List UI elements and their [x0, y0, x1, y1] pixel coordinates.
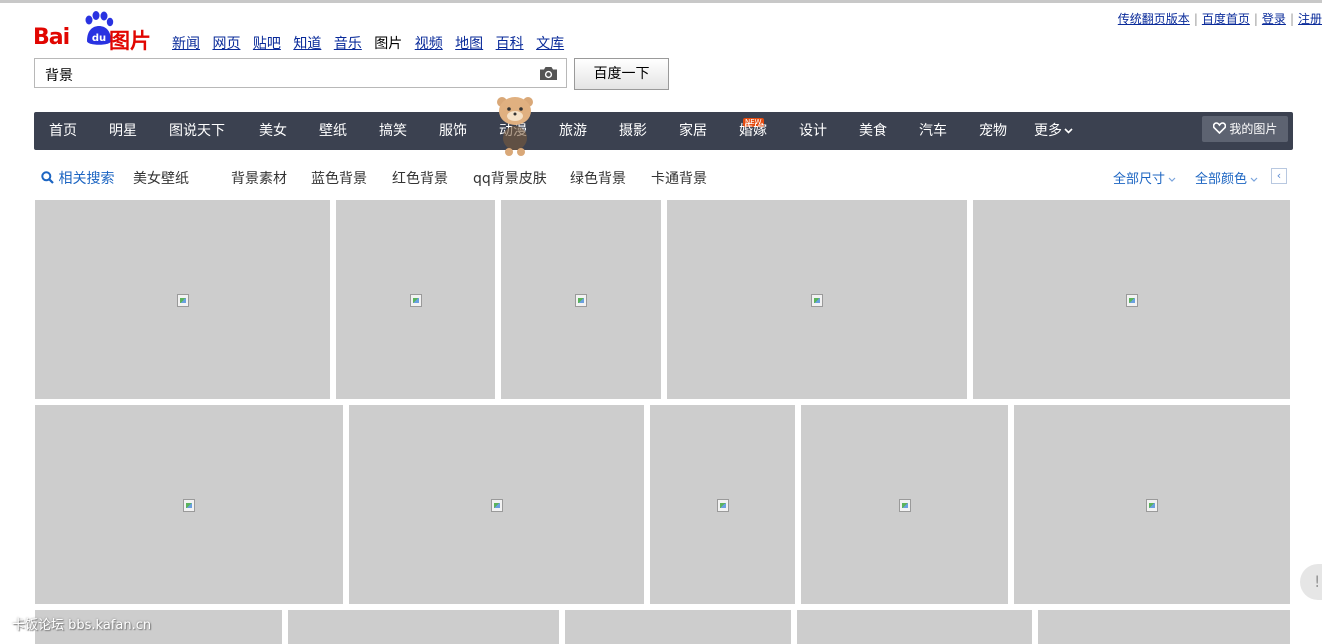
image-tile[interactable] — [1014, 405, 1290, 604]
channel-zhidao[interactable]: 知道 — [293, 36, 321, 52]
nav-stars[interactable]: 明星 — [109, 112, 137, 150]
watermark: 卡饭论坛 bbs.kafan.cn — [12, 618, 152, 633]
related-term[interactable]: 红色背景 — [392, 168, 448, 188]
channel-web[interactable]: 网页 — [212, 36, 240, 52]
search-box — [34, 58, 567, 88]
nav-food[interactable]: 美食 — [859, 112, 887, 150]
image-tile[interactable] — [650, 405, 795, 604]
camera-icon[interactable] — [539, 66, 558, 81]
related-term[interactable]: 美女壁纸 — [133, 168, 189, 188]
login-link[interactable]: 登录 — [1262, 12, 1286, 26]
nav-travel[interactable]: 旅游 — [559, 112, 587, 150]
image-tile[interactable] — [801, 405, 1008, 604]
broken-image-icon — [183, 498, 195, 512]
nav-world[interactable]: 图说天下 — [169, 112, 225, 150]
logo-du-text: du — [92, 33, 106, 44]
nav-funny[interactable]: 搞笑 — [379, 112, 407, 150]
broken-image-icon — [716, 498, 729, 512]
channel-map[interactable]: 地图 — [455, 36, 483, 52]
image-tile[interactable] — [35, 200, 330, 399]
image-tile[interactable] — [973, 200, 1290, 399]
heart-icon — [1212, 122, 1226, 135]
image-tile[interactable] — [35, 405, 343, 604]
logo-pic-text: 图片 — [109, 29, 151, 53]
nav-fashion[interactable]: 服饰 — [439, 112, 467, 150]
baidu-images-logo[interactable]: Bai du 图片 — [33, 11, 153, 53]
nav-beauty[interactable]: 美女 — [259, 112, 287, 150]
channel-music[interactable]: 音乐 — [334, 36, 362, 52]
broken-image-icon — [811, 293, 823, 307]
image-tile[interactable] — [565, 610, 791, 644]
category-nav: 首页 明星 图说天下 美女 壁纸 搞笑 服饰 动漫 旅游 摄影 家居 NEW 婚… — [34, 112, 1293, 150]
image-tile[interactable] — [336, 200, 495, 399]
related-label-text: 相关搜索 — [58, 171, 115, 187]
my-pictures-label: 我的图片 — [1229, 122, 1278, 136]
search-icon — [41, 171, 54, 184]
broken-image-icon — [1146, 498, 1158, 512]
user-links: 传统翻页版本 | 百度首页 | 登录 | 注册 — [1118, 10, 1322, 27]
channel-wenku[interactable]: 文库 — [536, 36, 564, 52]
separator: | — [1253, 12, 1258, 26]
search-button[interactable]: 百度一下 — [574, 58, 669, 90]
channel-news[interactable]: 新闻 — [172, 36, 200, 52]
related-term[interactable]: qq背景皮肤 — [473, 168, 547, 188]
related-term[interactable]: 卡通背景 — [651, 168, 707, 188]
image-tile[interactable] — [797, 610, 1032, 644]
chevron-down-icon — [1250, 177, 1258, 182]
nav-home-decor[interactable]: 家居 — [679, 112, 707, 150]
nav-wedding[interactable]: 婚嫁 — [739, 112, 767, 150]
nav-wallpaper[interactable]: 壁纸 — [319, 112, 347, 150]
broken-image-icon — [898, 498, 911, 512]
related-term[interactable]: 背景素材 — [231, 168, 287, 188]
channel-images-current: 图片 — [374, 36, 403, 52]
related-term[interactable]: 蓝色背景 — [311, 168, 367, 188]
related-search-label: 相关搜索 — [41, 168, 114, 188]
image-tile[interactable] — [667, 200, 967, 399]
broken-image-icon — [575, 293, 587, 307]
chevron-down-icon — [1064, 128, 1073, 134]
related-term[interactable]: 绿色背景 — [570, 168, 626, 188]
search-input[interactable] — [43, 64, 527, 86]
broken-image-icon — [176, 293, 189, 307]
my-pictures-button[interactable]: 我的图片 — [1202, 116, 1288, 142]
nav-more-label: 更多 — [1034, 123, 1062, 139]
broken-image-icon — [1125, 293, 1138, 307]
broken-image-icon — [409, 293, 422, 307]
channel-video[interactable]: 视频 — [415, 36, 443, 52]
nav-design[interactable]: 设计 — [799, 112, 827, 150]
image-tile[interactable] — [1038, 610, 1290, 644]
nav-more[interactable]: 更多 — [1034, 112, 1073, 150]
channel-baike[interactable]: 百科 — [496, 36, 524, 52]
color-filter-label: 全部颜色 — [1195, 172, 1248, 187]
color-filter[interactable]: 全部颜色 — [1195, 168, 1258, 187]
separator: | — [1193, 12, 1198, 26]
image-tile[interactable] — [349, 405, 644, 604]
size-filter-label: 全部尺寸 — [1113, 172, 1166, 187]
channel-links: 新闻 网页 贴吧 知道 音乐 图片 视频 地图 百科 文库 — [172, 33, 572, 53]
nav-cars[interactable]: 汽车 — [919, 112, 947, 150]
nav-home[interactable]: 首页 — [49, 112, 77, 150]
broken-image-icon — [490, 498, 503, 512]
image-tile[interactable] — [288, 610, 559, 644]
classic-version-link[interactable]: 传统翻页版本 — [1118, 12, 1190, 26]
feedback-button[interactable]: ! — [1300, 564, 1322, 600]
nav-pets[interactable]: 宠物 — [979, 112, 1007, 150]
image-tile[interactable] — [501, 200, 661, 399]
collapse-filters-button[interactable]: ‹ — [1271, 168, 1287, 184]
channel-tieba[interactable]: 贴吧 — [253, 36, 281, 52]
register-link[interactable]: 注册 — [1298, 12, 1322, 26]
top-border — [0, 0, 1322, 3]
nav-photography[interactable]: 摄影 — [619, 112, 647, 150]
chevron-down-icon — [1168, 177, 1176, 182]
separator: | — [1289, 12, 1294, 26]
baidu-home-link[interactable]: 百度首页 — [1202, 12, 1250, 26]
mascot-bear-icon — [497, 97, 533, 156]
size-filter[interactable]: 全部尺寸 — [1113, 168, 1176, 187]
logo-bai-text: Bai — [33, 25, 70, 50]
